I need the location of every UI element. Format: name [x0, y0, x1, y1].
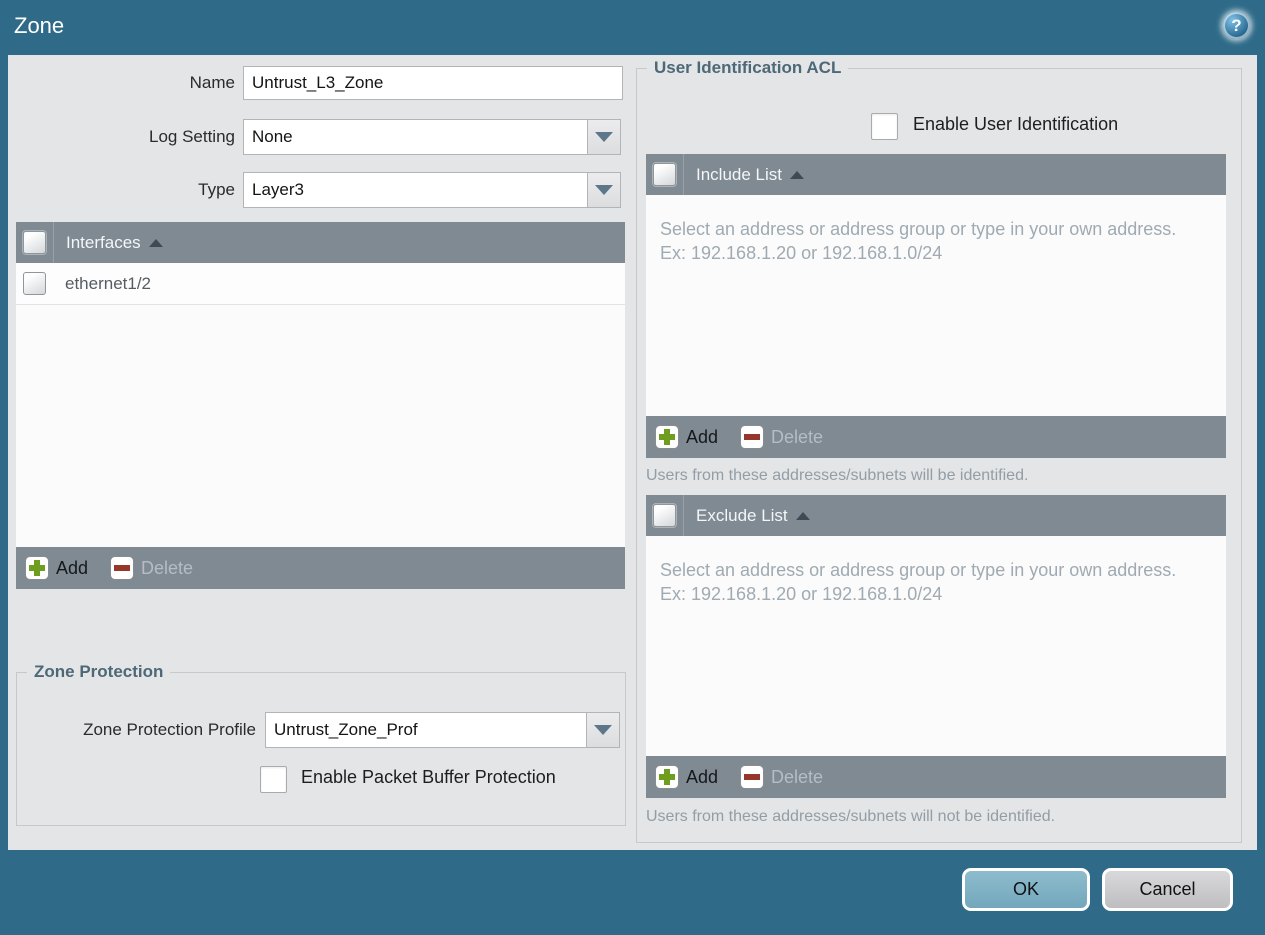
include-list-body[interactable]: Select an address or address group or ty…: [646, 195, 1226, 416]
zone-protection-profile-input[interactable]: [265, 712, 587, 748]
packet-buffer-protection-checkbox[interactable]: [260, 766, 287, 793]
table-row[interactable]: ethernet1/2: [16, 263, 625, 305]
name-input[interactable]: [243, 66, 623, 100]
add-interface-button[interactable]: Add: [25, 556, 88, 580]
zone-protection-profile-dropdown-button[interactable]: [587, 712, 620, 748]
packet-buffer-protection-label: Enable Packet Buffer Protection: [301, 767, 556, 787]
include-list-header: Include List: [646, 154, 1226, 195]
interfaces-table-footer: Add Delete: [16, 547, 625, 589]
sort-ascending-icon: [148, 238, 163, 247]
delete-interface-button[interactable]: Delete: [110, 556, 193, 580]
plus-icon: [25, 556, 49, 580]
include-list-column-header[interactable]: Include List: [696, 165, 782, 185]
type-label: Type: [198, 180, 235, 199]
log-setting-label: Log Setting: [148, 127, 235, 146]
page-title: Zone: [14, 13, 65, 38]
zone-protection-legend: Zone Protection: [27, 662, 171, 682]
dialog-titlebar: Zone ?: [0, 0, 1265, 55]
interfaces-table-body: ethernet1/2: [16, 263, 625, 547]
name-label: Name: [189, 73, 235, 92]
minus-icon: [740, 425, 765, 449]
chevron-down-icon: [595, 185, 613, 195]
interfaces-column-header[interactable]: Interfaces: [66, 233, 141, 253]
interfaces-table: Interfaces ethernet1/2 Add Delete: [16, 222, 625, 589]
interfaces-table-header: Interfaces: [16, 222, 625, 263]
exclude-list-caption: Users from these addresses/subnets will …: [646, 808, 1056, 825]
delete-exclude-address-button[interactable]: Delete: [740, 765, 823, 789]
exclude-list-table: Exclude List Select an address or addres…: [646, 495, 1226, 798]
exclude-list-body[interactable]: Select an address or address group or ty…: [646, 536, 1226, 756]
exclude-list-footer: Add Delete: [646, 756, 1226, 798]
enable-user-identification-checkbox[interactable]: [871, 113, 898, 140]
zone-protection-profile-label: Zone Protection Profile: [83, 720, 256, 739]
exclude-list-header: Exclude List: [646, 495, 1226, 536]
dialog-body: Name Log Setting Type Interfaces etherne…: [8, 55, 1257, 850]
exclude-select-all-checkbox[interactable]: [653, 504, 676, 527]
interfaces-select-all-checkbox[interactable]: [23, 231, 46, 254]
add-include-address-button[interactable]: Add: [655, 425, 718, 449]
zone-dialog: Zone ? Name Log Setting Type Interfaces: [0, 0, 1265, 935]
minus-icon: [110, 556, 135, 580]
enable-user-identification-label: Enable User Identification: [913, 114, 1119, 134]
plus-icon: [655, 765, 679, 789]
row-checkbox[interactable]: [23, 272, 46, 295]
type-dropdown-button[interactable]: [588, 172, 621, 208]
user-identification-acl-legend: User Identification ACL: [647, 58, 849, 78]
exclude-list-column-header[interactable]: Exclude List: [696, 506, 788, 526]
add-exclude-address-button[interactable]: Add: [655, 765, 718, 789]
cancel-button[interactable]: Cancel: [1102, 868, 1233, 911]
chevron-down-icon: [595, 132, 613, 142]
ok-button[interactable]: OK: [962, 868, 1090, 911]
log-setting-dropdown-button[interactable]: [588, 119, 621, 155]
delete-include-address-button[interactable]: Delete: [740, 425, 823, 449]
sort-ascending-icon: [790, 170, 804, 179]
plus-icon: [655, 425, 679, 449]
include-list-placeholder: Select an address or address group or ty…: [660, 219, 1177, 263]
include-select-all-checkbox[interactable]: [653, 163, 676, 186]
user-identification-acl-section: User Identification ACL Enable User Iden…: [636, 58, 1242, 843]
exclude-list-placeholder: Select an address or address group or ty…: [660, 560, 1177, 604]
include-list-caption: Users from these addresses/subnets will …: [646, 467, 1029, 484]
sort-ascending-icon: [795, 511, 810, 520]
interface-name: ethernet1/2: [65, 273, 152, 293]
zone-protection-section: Zone Protection Zone Protection Profile …: [16, 662, 626, 826]
minus-icon: [740, 765, 765, 789]
include-list-footer: Add Delete: [646, 416, 1226, 458]
help-icon[interactable]: ?: [1223, 12, 1250, 39]
log-setting-input[interactable]: [243, 119, 588, 155]
chevron-down-icon: [594, 725, 612, 735]
type-input[interactable]: [243, 172, 588, 208]
include-list-table: Include List Select an address or addres…: [646, 154, 1226, 458]
